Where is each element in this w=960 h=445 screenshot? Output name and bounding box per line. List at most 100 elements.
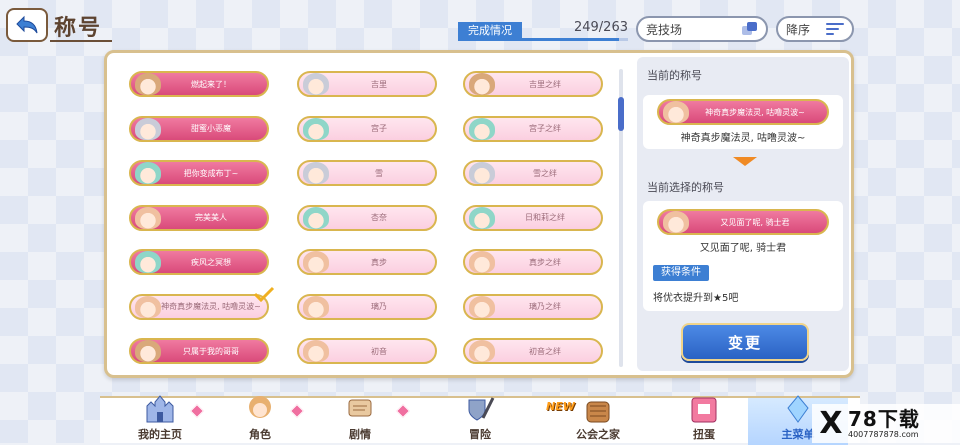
nav-label: 主菜单 [781,428,815,441]
character-face-icon [303,162,329,184]
character-face-icon [663,211,689,233]
title-badge[interactable]: 疾风之冥想 [129,249,269,275]
watermark-x-logo: X [819,406,843,441]
character-face-icon [135,117,161,140]
nav-label: 公会之家 [576,428,620,441]
character-face-icon [303,117,329,140]
title-badge-label: 杏奈 [371,213,387,222]
guild-house-icon [581,394,615,424]
watermark-url: 4007787878.com [848,430,919,439]
title-badge-label: 宫子之绊 [529,124,561,133]
title-badge[interactable]: 真步 [297,249,437,275]
title-badge-label: 初音 [371,346,387,356]
title-badge-label: 燃起来了！ [191,79,231,89]
title-badge[interactable]: 初音 [297,338,437,364]
title-badge[interactable]: 只属于我的哥哥 [129,338,269,364]
title-badge[interactable]: 甜蜜小恶魔 [129,115,269,142]
nav-label: 冒险 [469,428,491,441]
title-badge[interactable]: 把你变成布丁~ [129,160,269,186]
selected-title-badge: 又见面了呢, 骑士君 [657,209,829,235]
character-face-icon [135,206,161,229]
title-badge-label: 把你变成布丁~ [183,168,239,178]
selected-title-heading: 当前选择的称号 [647,181,724,194]
title-badge[interactable]: 初音之绊 [463,338,603,364]
title-badge[interactable]: 燃起来了！ [129,71,269,97]
title-badge-label: 璃乃之绊 [529,302,561,311]
character-face-icon [469,340,495,362]
title-badge-label: 真步之绊 [529,257,561,267]
nav-label: 角色 [249,428,271,441]
character-face-icon [303,206,329,229]
castle-icon [143,394,177,424]
nav-label: 扭蛋 [693,428,715,441]
character-face-icon [469,73,495,95]
nav-story[interactable]: 剧情 [310,398,410,445]
nav-gacha[interactable]: 扭蛋 [654,397,754,445]
character-face-icon [303,340,329,362]
title-badge-label: 吉里 [371,79,387,89]
down-arrow-icon [733,157,757,166]
condition-tag: 获得条件 [653,265,709,281]
sort-button[interactable]: 降序 [776,16,854,42]
back-button[interactable] [6,8,48,42]
character-face-icon [135,162,161,184]
character-face-icon [135,73,161,95]
title-badge[interactable]: 日和莉之绊 [463,204,603,231]
title-badge[interactable]: 璃乃之绊 [463,293,603,320]
title-badge-label: 宫子 [371,124,387,133]
completion-value: 249/263 [573,20,628,35]
character-face-icon [135,295,161,318]
title-badge[interactable]: 宫子之绊 [463,115,603,142]
change-button[interactable]: 变更 [681,323,809,361]
check-icon [253,286,275,302]
title-badge[interactable]: 宫子 [297,115,437,142]
title-badge-label: 吉里之绊 [529,79,561,89]
title-badge[interactable]: 杏奈 [297,204,437,231]
current-title-badge: 神奇真步魔法灵, 咕噜灵波~ [657,99,829,125]
scroll-icon [343,394,377,424]
title-badge-label: 完美美人 [195,213,227,222]
completion-bar-fill [458,38,619,41]
nav-adventure[interactable]: 冒险 [430,397,530,445]
character-icon [243,394,277,424]
filter-select[interactable]: 竞技场 [636,16,768,42]
title-badge[interactable]: 神奇真步魔法灵, 咕噜灵波~ [129,286,275,320]
sort-label: 降序 [786,22,811,37]
filter-select-value: 竞技场 [646,22,683,37]
bottom-nav: 我的主页 角色 剧情 冒险 NEW 公会之家 扭蛋 主菜单 [100,394,860,445]
character-face-icon [303,295,329,318]
title-badge[interactable]: 璃乃 [297,293,437,320]
current-title-heading: 当前的称号 [647,69,702,82]
character-face-icon [303,73,329,95]
current-title-text: 神奇真步魔法灵, 咕噜灵波~ [680,133,806,144]
title-badge-label: 真步 [371,257,387,267]
title-badge-label: 璃乃 [371,302,387,311]
character-face-icon [135,340,161,362]
title-badge[interactable]: 完美美人 [129,204,269,231]
nav-label: 我的主页 [138,428,182,441]
selected-title-box: 又见面了呢, 骑士君 又见面了呢, 骑士君 获得条件 将优衣提升到★5吧 [643,201,843,311]
nav-guild-house[interactable]: 公会之家 [548,398,648,445]
back-arrow-icon [16,15,38,34]
scrollbar-thumb[interactable] [618,97,624,131]
title-badge[interactable]: 雪 [297,160,437,186]
condition-text: 将优衣提升到★5吧 [653,293,739,304]
title-badge[interactable]: 雪之绊 [463,160,603,186]
window-icon [742,22,758,36]
badge-label: 又见面了呢, 骑士君 [720,217,790,227]
title-list-panel: 燃起来了！ 吉里 吉里之绊甜蜜小恶魔 宫子 宫子之绊把你变成布丁~ 雪 雪之绊完美美人 杏奈 日… [104,50,854,378]
title-badge[interactable]: 真步之绊 [463,249,603,275]
title-badge-label: 只属于我的哥哥 [183,346,239,356]
current-title-box: 神奇真步魔法灵, 咕噜灵波~ 神奇真步魔法灵, 咕噜灵波~ [643,95,843,149]
title-badge[interactable]: 吉里 [297,71,437,97]
character-face-icon [135,251,161,273]
title-badge-label: 初音之绊 [529,346,561,356]
sort-icon [826,23,844,35]
title-badge[interactable]: 吉里之绊 [463,71,603,97]
character-face-icon [469,162,495,184]
title-underline [50,40,112,42]
title-badge-label: 甜蜜小恶魔 [191,124,231,133]
title-badge-label: 神奇真步魔法灵, 咕噜灵波~ [161,302,261,311]
title-badge-label: 日和莉之绊 [525,213,565,222]
watermark: X 78下载 4007787878.com [812,404,960,443]
